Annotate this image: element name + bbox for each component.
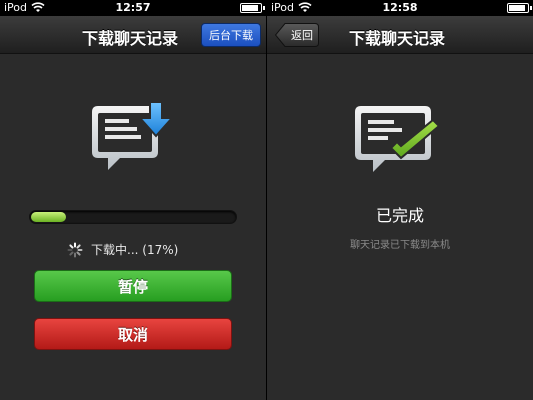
download-status: 下载中... (17%) bbox=[67, 241, 178, 258]
download-screen: iPod 12:57 下载聊天记录 后台下载 下载中... (17%) 暂停 取… bbox=[0, 0, 266, 400]
complete-title: 已完成 bbox=[375, 206, 424, 225]
chat-download-icon bbox=[92, 102, 175, 170]
page-title: 下载聊天记录 bbox=[82, 29, 179, 48]
complete-screen: iPod 12:58 返回 下载聊天记录 已完成 聊天记录已下载到本机 bbox=[267, 0, 533, 400]
battery-fill bbox=[242, 5, 259, 11]
chat-complete-icon bbox=[355, 106, 441, 172]
nav-bar: 下载聊天记录 后台下载 bbox=[0, 16, 266, 54]
download-progress-fill bbox=[31, 212, 66, 222]
nav-bar: 返回 下载聊天记录 bbox=[267, 16, 533, 54]
battery-fill bbox=[509, 5, 526, 11]
status-bar: iPod 12:58 bbox=[267, 0, 533, 16]
page-title: 下载聊天记录 bbox=[349, 29, 446, 48]
battery-icon bbox=[507, 3, 532, 13]
clock: 12:58 bbox=[382, 1, 418, 14]
clock: 12:57 bbox=[115, 1, 151, 14]
download-progress-bar bbox=[29, 210, 237, 224]
background-download-button[interactable]: 后台下载 bbox=[201, 23, 261, 47]
battery-icon bbox=[240, 3, 265, 13]
download-status-text: 下载中... (17%) bbox=[91, 243, 179, 257]
pause-button[interactable]: 暂停 bbox=[34, 270, 232, 302]
complete-subtitle: 聊天记录已下载到本机 bbox=[350, 240, 450, 251]
back-button[interactable]: 返回 bbox=[275, 23, 319, 47]
spinner-icon bbox=[67, 242, 83, 257]
back-button-label: 返回 bbox=[291, 29, 313, 42]
status-bar: iPod 12:57 bbox=[0, 0, 266, 16]
cancel-button[interactable]: 取消 bbox=[34, 318, 232, 350]
